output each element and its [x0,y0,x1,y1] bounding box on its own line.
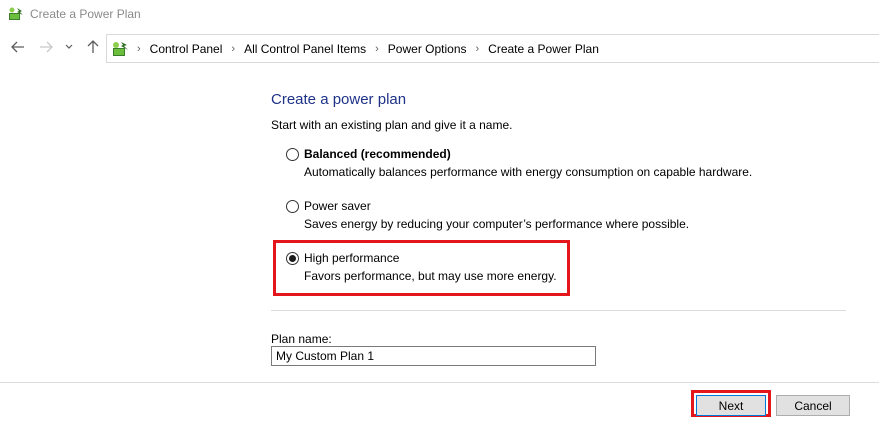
footer-divider [0,382,879,383]
breadcrumb-separator-icon: › [375,42,379,55]
up-arrow-icon [87,40,99,53]
option-label[interactable]: High performance [304,251,399,265]
radio-high-performance[interactable] [286,252,299,265]
option-description: Favors performance, but may use more ene… [304,269,557,283]
option-label[interactable]: Balanced (recommended) [304,147,451,161]
back-button[interactable] [9,38,27,56]
plan-name-input[interactable] [271,346,596,366]
option-label[interactable]: Power saver [304,199,371,213]
breadcrumb-separator-icon: › [137,42,141,55]
radio-power-saver[interactable] [286,200,299,213]
forward-arrow-icon [40,41,53,53]
radio-balanced[interactable] [286,148,299,161]
plan-name-label: Plan name: [271,332,332,346]
breadcrumb-separator-icon: › [475,42,480,55]
highlight-box-high-performance [273,240,570,296]
breadcrumb-all-items[interactable]: All Control Panel Items [244,42,366,56]
option-description: Automatically balances performance with … [304,165,753,179]
chevron-down-icon [65,44,73,49]
back-arrow-icon [11,41,24,53]
title-bar: Create a Power Plan [0,0,879,28]
window-title: Create a Power Plan [30,7,141,21]
page-title: Create a power plan [271,91,407,108]
forward-button[interactable] [37,38,55,56]
power-options-icon [9,7,23,20]
option-description: Saves energy by reducing your computer’s… [304,217,690,231]
breadcrumb-control-panel[interactable]: Control Panel [150,42,223,56]
navigation-bar: › Control Panel › All Control Panel Item… [0,32,879,64]
address-bar[interactable]: › Control Panel › All Control Panel Item… [106,34,879,63]
breadcrumb-separator-icon: › [231,42,236,55]
cancel-button[interactable]: Cancel [776,395,850,416]
up-button[interactable] [84,38,102,56]
next-button[interactable]: Next [696,395,766,416]
divider [271,310,846,311]
breadcrumb-power-options[interactable]: Power Options [388,42,467,56]
recent-locations-button[interactable] [63,38,75,56]
control-panel-icon [113,41,128,56]
intro-text: Start with an existing plan and give it … [271,118,513,132]
breadcrumb-create-power-plan[interactable]: Create a Power Plan [488,42,599,56]
